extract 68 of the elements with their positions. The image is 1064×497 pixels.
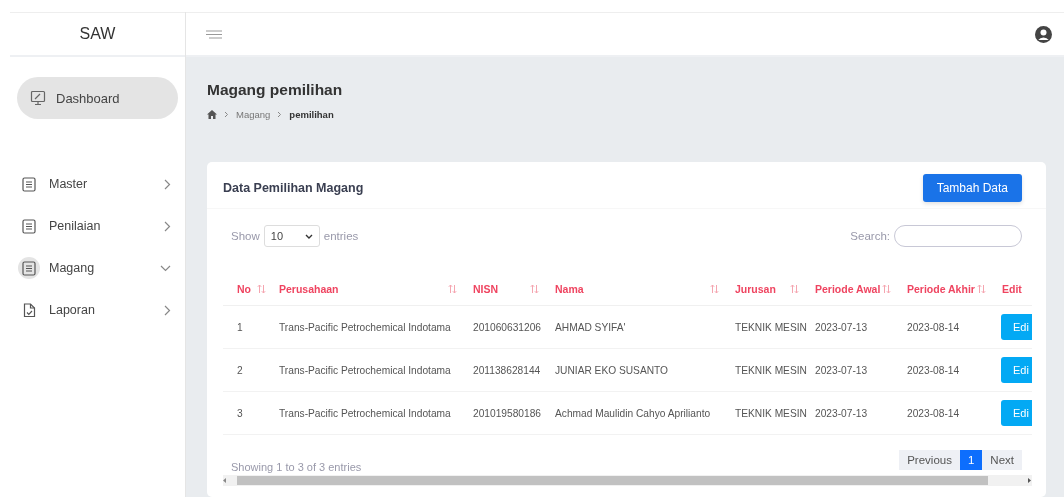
table-cell: 201060631206 — [473, 321, 541, 333]
sort-arrows-icon — [257, 284, 266, 294]
monitor-icon — [30, 90, 46, 106]
sort-arrows-icon — [530, 284, 539, 294]
breadcrumb-item[interactable]: Magang — [236, 109, 271, 120]
table-cell: 1 — [237, 321, 243, 333]
sidebar-menu-item[interactable]: Master — [10, 163, 185, 205]
app-title: SAW — [10, 12, 185, 57]
pagination-button[interactable]: Next — [982, 450, 1022, 470]
table-cell: 201019580186 — [473, 407, 541, 419]
sidebar-menu-item[interactable]: Laporan — [10, 289, 185, 331]
chevron-right-icon — [277, 111, 283, 118]
column-header[interactable]: Edit — [1002, 283, 1022, 295]
edit-button[interactable]: Edi — [1001, 400, 1032, 426]
horizontal-scrollbar[interactable] — [223, 475, 1032, 486]
table-cell: 2023-08-14 — [907, 321, 960, 333]
pagination-button[interactable]: Previous — [899, 450, 960, 470]
table-cell: 2023-08-14 — [907, 364, 960, 376]
add-data-button[interactable]: Tambah Data — [922, 174, 1022, 202]
table-cell: Trans-Pacific Petrochemical Indotama — [279, 407, 451, 419]
table-cell: 2023-07-13 — [815, 364, 868, 376]
page-title: Magang pemilihan — [207, 81, 344, 99]
column-header[interactable]: No — [237, 283, 251, 295]
table-info: Showing 1 to 3 of 3 entries — [231, 461, 362, 473]
caret-down-icon — [304, 233, 313, 239]
user-avatar-icon[interactable] — [1035, 25, 1052, 43]
sort-arrows-icon — [882, 284, 891, 294]
home-icon[interactable] — [207, 110, 217, 119]
table-cell: 2023-07-13 — [815, 407, 868, 419]
sort-arrows-icon — [710, 284, 719, 294]
table-cell: 2 — [237, 364, 243, 376]
table-cell: 3 — [237, 407, 243, 419]
table-cell: TEKNIK MESIN — [735, 321, 807, 333]
edit-button[interactable]: Edi — [1001, 357, 1032, 383]
table-cell: 2023-07-13 — [815, 321, 868, 333]
menu-icon[interactable] — [206, 29, 222, 39]
sort-arrows-icon — [790, 284, 799, 294]
sidebar-menu-item[interactable]: Magang — [10, 247, 185, 289]
dashboard-link[interactable]: Dashboard — [17, 77, 178, 119]
table-cell: 201138628144 — [473, 364, 541, 376]
scroll-right-icon[interactable] — [1028, 478, 1032, 483]
table-cell: AHMAD SYIFA' — [555, 321, 626, 333]
table-cell: Achmad Maulidin Cahyo Aprilianto — [555, 407, 711, 419]
card-title: Data Pemilihan Magang — [223, 181, 364, 195]
column-header[interactable]: Periode Awal — [815, 283, 881, 295]
chevron-right-icon — [224, 111, 229, 118]
sidebar-menu-item[interactable]: Penilaian — [10, 205, 185, 247]
column-header[interactable]: Nama — [555, 283, 584, 295]
page-size-select[interactable]: 10 — [263, 225, 320, 247]
table-cell: JUNIAR EKO SUSANTO — [555, 364, 669, 376]
entries-label: entries — [323, 230, 359, 242]
table-cell: TEKNIK MESIN — [735, 364, 807, 376]
table-cell: Trans-Pacific Petrochemical Indotama — [279, 364, 451, 376]
column-header[interactable]: NISN — [473, 283, 499, 295]
sort-arrows-icon — [448, 284, 457, 294]
table-cell: Trans-Pacific Petrochemical Indotama — [279, 321, 451, 333]
column-header[interactable]: Jurusan — [735, 283, 776, 295]
breadcrumb-item: pemilihan — [289, 109, 334, 120]
table-cell: TEKNIK MESIN — [735, 407, 807, 419]
column-header[interactable]: Perusahaan — [279, 283, 339, 295]
search-label: Search: — [850, 230, 890, 242]
scroll-left-icon[interactable] — [223, 478, 227, 483]
show-label: Show — [231, 230, 260, 242]
pagination-button[interactable]: 1 — [959, 450, 983, 470]
table-cell: 2023-08-14 — [907, 407, 960, 419]
edit-button[interactable]: Edi — [1001, 314, 1032, 340]
sort-arrows-icon — [977, 284, 986, 294]
column-header[interactable]: Periode Akhir — [907, 283, 975, 295]
